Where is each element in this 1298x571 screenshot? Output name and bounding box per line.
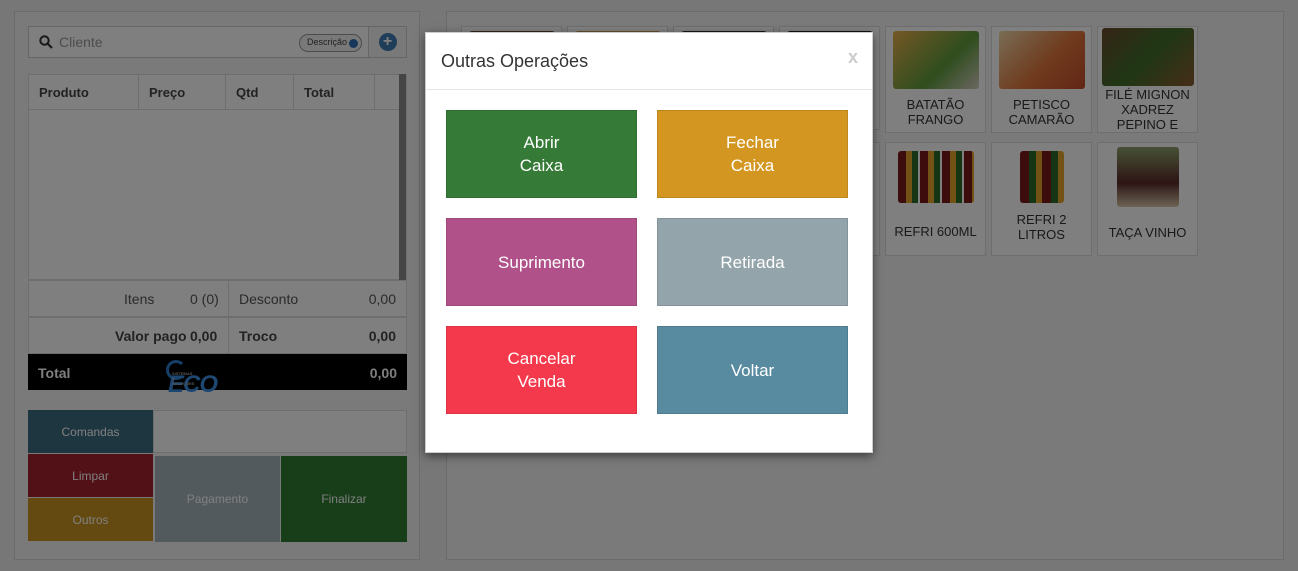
voltar-button[interactable]: Voltar xyxy=(657,326,848,414)
button-line1: Abrir xyxy=(523,133,560,152)
modal-header: Outras Operações x xyxy=(426,33,872,90)
close-icon[interactable]: x xyxy=(848,47,858,68)
cancelar-venda-button[interactable]: Cancelar Venda xyxy=(446,326,637,414)
fechar-caixa-button[interactable]: Fechar Caixa xyxy=(657,110,848,198)
button-line1: Cancelar xyxy=(507,349,576,368)
button-line2: Venda xyxy=(517,372,566,391)
button-label: Voltar xyxy=(730,360,775,380)
button-line2: Caixa xyxy=(519,156,564,175)
outras-operacoes-modal: Outras Operações x Abrir Caixa Fechar Caix… xyxy=(425,32,873,453)
retirada-button[interactable]: Retirada xyxy=(657,218,848,306)
button-label: Suprimento xyxy=(498,252,585,272)
modal-title: Outras Operações xyxy=(441,51,589,71)
button-label: Retirada xyxy=(720,252,785,272)
suprimento-button[interactable]: Suprimento xyxy=(446,218,637,306)
button-line2: Caixa xyxy=(730,156,775,175)
button-line1: Fechar xyxy=(726,133,779,152)
abrir-caixa-button[interactable]: Abrir Caixa xyxy=(446,110,637,198)
